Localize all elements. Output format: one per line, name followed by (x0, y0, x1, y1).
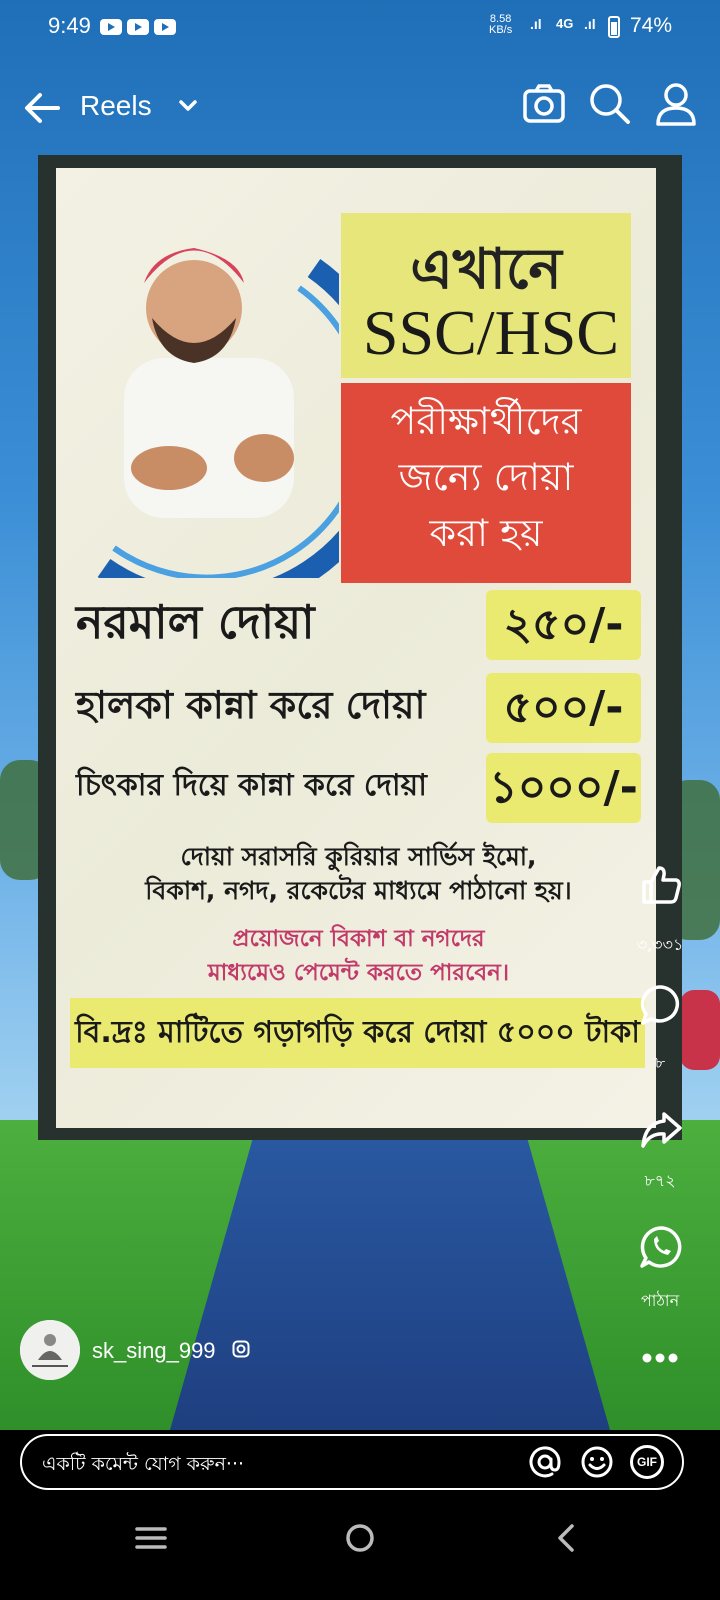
chevron-down-icon[interactable] (174, 92, 202, 120)
like-icon[interactable] (638, 862, 684, 908)
author-username[interactable]: sk_sing_999 (92, 1338, 216, 1364)
youtube-notification-icon (127, 19, 149, 35)
network-speed: 8.58 KB/s (489, 14, 512, 36)
network-speed-unit: KB/s (489, 24, 513, 36)
banner-subheading: পরীক্ষার্থীদের জন্যে দোয়া করা হয় (346, 393, 626, 561)
signal-icon: .ıl (584, 16, 596, 32)
praying-man-portrait (97, 248, 339, 578)
search-icon[interactable] (586, 80, 634, 128)
delivery-note: দোয়া সরাসরি কুরিয়ার সার্ভিস ইমো, বিকাশ… (76, 840, 641, 908)
banner-heading-exam: SSC/HSC (362, 297, 620, 368)
battery-percentage: 74% (630, 14, 673, 37)
profile-icon[interactable] (652, 80, 700, 128)
comment-icon[interactable] (638, 982, 684, 1028)
price-item-label: চিৎকার দিয়ে কান্না করে দোয়া (76, 768, 427, 803)
price-item-value: ১০০০/- (486, 753, 641, 823)
whatsapp-icon[interactable] (638, 1224, 684, 1270)
battery-icon (608, 16, 620, 38)
reels-top-bar: Reels (0, 78, 720, 138)
camera-icon[interactable] (520, 80, 568, 128)
signal-icon: .ıl (530, 16, 542, 32)
banner-subheading-line: করা হয় (429, 511, 543, 555)
share-count: ৮৭২ (644, 1171, 676, 1190)
price-item-value: ৫০০/- (486, 673, 641, 743)
bottom-bar: একটি কমেন্ট যোগ করুন··· GIF (0, 1430, 720, 1600)
banner-subheading-line: পরীক্ষার্থীদের (390, 399, 582, 443)
more-options-icon[interactable] (640, 1348, 680, 1368)
banner-footer-note: বি.দ্রঃ মাটিতে গড়াগড়ি করে দোয়া ৫০০০ ট… (70, 998, 645, 1068)
comment-placeholder: একটি কমেন্ট যোগ করুন··· (42, 1453, 245, 1475)
delivery-note-line: দোয়া সরাসরি কুরিয়ার সার্ভিস ইমো, (180, 842, 537, 871)
network-type-label: 4G (556, 16, 574, 31)
gif-button[interactable]: GIF (630, 1445, 664, 1479)
price-item-value: ২৫০/- (486, 590, 641, 660)
status-time: 9:49 (48, 13, 91, 38)
page-title[interactable]: Reels (80, 90, 152, 122)
comment-count: ৮ (654, 1053, 666, 1072)
payment-note: প্রয়োজনে বিকাশ বা নগদের মাধ্যমেও পেমেন্… (76, 922, 641, 990)
home-icon[interactable] (340, 1518, 380, 1558)
dua-price-banner: এখানে SSC/HSC পরীক্ষার্থীদের জন্যে দোয়া… (56, 168, 656, 1128)
youtube-notification-icon (154, 19, 176, 35)
comment-input[interactable]: একটি কমেন্ট যোগ করুন··· GIF (20, 1434, 684, 1490)
payment-note-line: প্রয়োজনে বিকাশ বা নগদের (232, 926, 485, 952)
like-count: ৩,৩৩১ (636, 935, 684, 954)
price-item-label: হালকা কান্না করে দোয়া (76, 683, 426, 727)
status-bar: 9:49 8.58 KB/s .ıl 4G .ıl 74% (0, 0, 720, 52)
emoji-icon[interactable] (580, 1445, 614, 1479)
mention-icon[interactable] (528, 1445, 562, 1479)
price-item-label: নরমাল দোয়া (76, 595, 315, 649)
delivery-note-line: বিকাশ, নগদ, রকেটের মাধ্যমে পাঠানো হয়। (145, 876, 572, 905)
back-nav-icon[interactable] (548, 1518, 588, 1558)
youtube-notification-icon (100, 19, 122, 35)
send-label[interactable]: পাঠান (600, 1288, 720, 1315)
recent-apps-icon[interactable] (131, 1518, 171, 1558)
avatar[interactable] (20, 1320, 80, 1380)
payment-note-line: মাধ্যমেও পেমেন্ট করতে পারবেন। (207, 960, 510, 986)
banner-subheading-line: জন্যে দোয়া (398, 455, 574, 499)
share-icon[interactable] (638, 1106, 684, 1152)
avatar-sketch-icon (20, 1320, 80, 1380)
back-arrow-icon[interactable] (20, 86, 64, 130)
reel-video-frame[interactable]: এখানে SSC/HSC পরীক্ষার্থীদের জন্যে দোয়া… (0, 0, 720, 1430)
instagram-icon (232, 1340, 250, 1358)
